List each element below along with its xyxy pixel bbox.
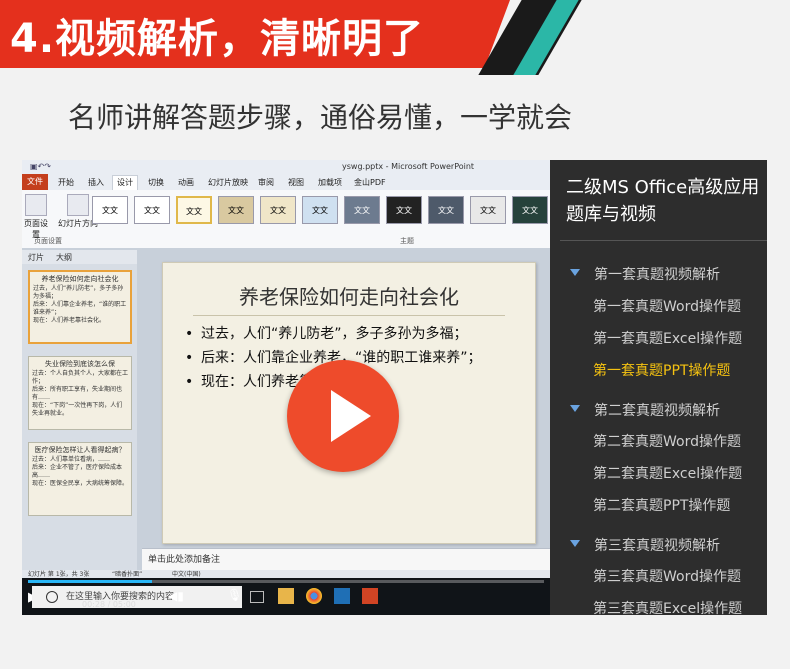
theme-office[interactable]: 文文 [92, 196, 128, 224]
powerpoint-window: ▣↶↷ yswg.pptx - Microsoft PowerPoint 文件 … [22, 160, 550, 615]
sidebar-item-3-word[interactable]: 第三套真题Word操作题 [593, 566, 741, 586]
ribbon-tabs: 文件 开始 插入 设计 切换 动画 幻灯片放映 审阅 视图 加载项 金山PDF [22, 174, 550, 190]
powerpoint-icon[interactable] [362, 588, 378, 604]
theme-3-selected[interactable]: 文文 [176, 196, 212, 224]
tab-design[interactable]: 设计 [112, 175, 138, 190]
slide-thumbnails: 养老保险如何走向社会化 过去，人们“养儿防老”，多子多孙为多福； 后来：人们靠企… [22, 264, 137, 574]
task-view-icon[interactable] [250, 591, 264, 603]
course-sidebar: 二级MS Office高级应用题库与视频 第一套真题视频解析 第一套真题Word… [550, 160, 767, 615]
tab-addins[interactable]: 加载项 [318, 177, 342, 188]
sidebar-item-1-excel[interactable]: 第一套真题Excel操作题 [593, 328, 742, 348]
chrome-icon[interactable] [306, 588, 322, 604]
tab-insert[interactable]: 插入 [88, 177, 104, 188]
theme-10[interactable]: 文文 [470, 196, 506, 224]
tab-animations[interactable]: 动画 [178, 177, 194, 188]
microphone-icon[interactable]: 🎙 [227, 588, 242, 602]
video-progress-fill [28, 580, 152, 583]
section-1[interactable]: 第一套真题视频解析 [570, 264, 720, 284]
theme-8[interactable]: 文文 [386, 196, 422, 224]
video-player[interactable]: ▣↶↷ yswg.pptx - Microsoft PowerPoint 文件 … [22, 160, 767, 615]
slide-title: 养老保险如何走向社会化 [239, 285, 459, 309]
sidebar-divider [560, 240, 767, 241]
tab-file[interactable]: 文件 [22, 174, 48, 190]
taskbar-search-input[interactable]: 在这里输入你要搜索的内容 [32, 586, 242, 608]
group-theme: 主题 [400, 237, 414, 245]
slide-bullet: 过去，人们“养儿防老”，多子多孙为多福； [185, 325, 515, 344]
ppt-workspace: 灯片 大纲 养老保险如何走向社会化 过去，人们“养儿防老”，多子多孙为多福； 后… [22, 248, 550, 615]
page-setup-button[interactable]: 页面设置 [24, 194, 48, 240]
triangle-down-icon [570, 405, 580, 412]
sidebar-item-2-word[interactable]: 第二套真题Word操作题 [593, 431, 741, 451]
tab-wps-pdf[interactable]: 金山PDF [354, 177, 386, 188]
sidebar-item-2-excel[interactable]: 第二套真题Excel操作题 [593, 463, 742, 483]
header-banner: 4.视频解析，清晰明了 [0, 0, 790, 78]
sidebar-item-2-ppt[interactable]: 第二套真题PPT操作题 [593, 495, 730, 515]
video-progress-bar[interactable] [28, 580, 544, 583]
section-2[interactable]: 第二套真题视频解析 [570, 400, 720, 420]
volume-icon[interactable]: ◀▮ [168, 589, 184, 603]
theme-4[interactable]: 文文 [218, 196, 254, 224]
slide-thumb-1[interactable]: 养老保险如何走向社会化 过去，人们“养儿防老”，多子多孙为多福； 后来：人们靠企… [28, 270, 132, 344]
slide-thumb-3[interactable]: 医疗保险怎样让人看得起病？ 过去：人们靠单位看病，…… 后来：企业不管了，医疗保… [28, 442, 132, 516]
triangle-down-icon [570, 540, 580, 547]
sidebar-item-3-excel[interactable]: 第三套真题Excel操作题 [593, 598, 742, 615]
file-explorer-icon[interactable] [278, 588, 294, 604]
status-bar: 幻灯片 第 1张，共 3张 “暗香扑面” 中文(中国) [22, 570, 550, 578]
tab-slideshow[interactable]: 幻灯片放映 [208, 177, 248, 188]
triangle-down-icon [570, 269, 580, 276]
windows-taskbar: ▶ 在这里输入你要搜索的内容 00:28 / 05:00 ◀▮ 🎙 [22, 578, 550, 615]
theme-6[interactable]: 文文 [302, 196, 338, 224]
tab-outline[interactable]: 大纲 [56, 252, 72, 263]
tab-home[interactable]: 开始 [58, 177, 74, 188]
ppt-titlebar: ▣↶↷ yswg.pptx - Microsoft PowerPoint [22, 160, 550, 174]
tab-review[interactable]: 审阅 [258, 177, 274, 188]
window-title: yswg.pptx - Microsoft PowerPoint [342, 162, 475, 171]
theme-2[interactable]: 文文 [134, 196, 170, 224]
sidebar-item-1-ppt[interactable]: 第一套真题PPT操作题 [593, 360, 730, 380]
tab-slides[interactable]: 灯片 [28, 252, 44, 263]
ribbon: 页面设置 幻灯片方向 页面设置 文文 文文 文文 文文 文文 文文 文文 文文 … [22, 190, 550, 249]
video-time: 00:28 / 05:00 [82, 600, 136, 609]
theme-5[interactable]: 文文 [260, 196, 296, 224]
group-page-setup: 页面设置 [34, 237, 62, 245]
sidebar-item-1-word[interactable]: 第一套真题Word操作题 [593, 296, 741, 316]
notes-pane[interactable]: 单击此处添加备注 [142, 548, 550, 570]
theme-7[interactable]: 文文 [344, 196, 380, 224]
tab-view[interactable]: 视图 [288, 177, 304, 188]
sidebar-title: 二级MS Office高级应用题库与视频 [566, 177, 760, 225]
play-button-icon[interactable] [287, 360, 399, 472]
section-3[interactable]: 第三套真题视频解析 [570, 535, 720, 555]
page-setup-icon [25, 194, 47, 216]
slide-thumb-2[interactable]: 失业保险到底该怎么保 过去：个人自负其个人，大家都在工作； 后来：所有职工享有，… [28, 356, 132, 430]
subtitle: 名师讲解答题步骤，通俗易懂，一学就会 [68, 101, 573, 134]
panel-tabs: 灯片 大纲 [22, 250, 137, 264]
banner-title: 4.视频解析，清晰明了 [10, 16, 425, 62]
orientation-icon [67, 194, 89, 216]
app-icon[interactable] [334, 588, 350, 604]
tab-transitions[interactable]: 切换 [148, 177, 164, 188]
theme-11[interactable]: 文文 [512, 196, 548, 224]
search-icon [46, 591, 58, 603]
theme-9[interactable]: 文文 [428, 196, 464, 224]
quick-access-toolbar[interactable]: ▣↶↷ [30, 162, 60, 171]
slide-title-rule [193, 315, 505, 316]
